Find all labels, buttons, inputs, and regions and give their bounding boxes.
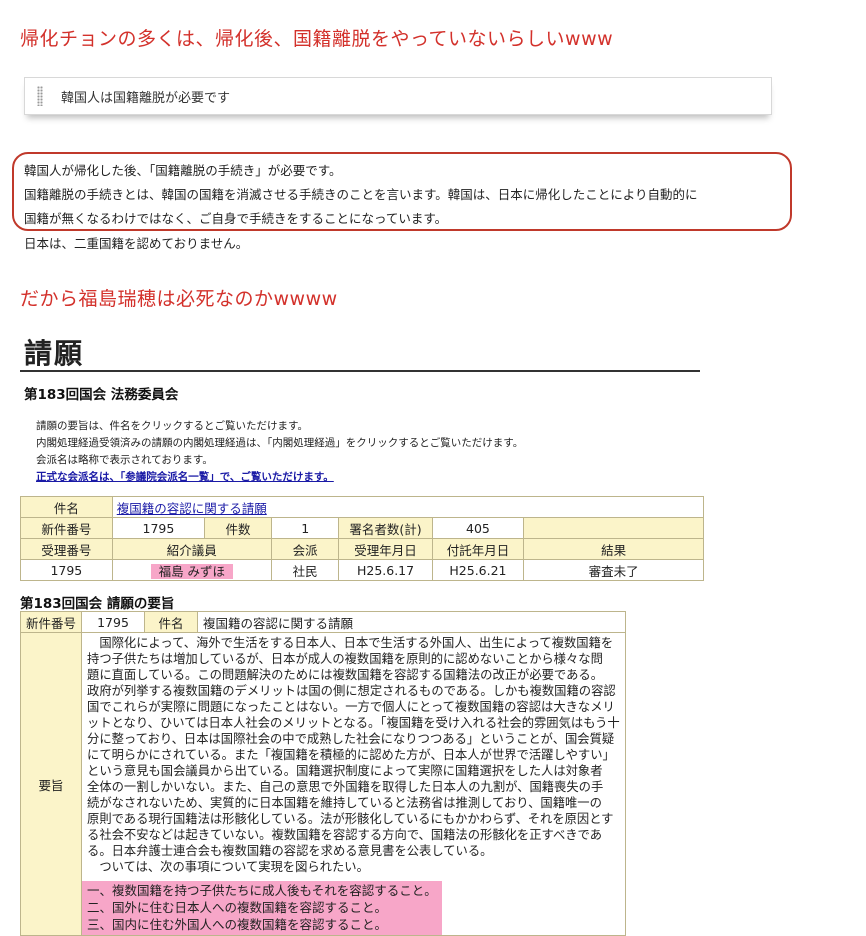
gist-line: 原則である現行国籍法は形骸化している。法が形骸化しているにもかかわらず、それを原… <box>87 812 614 826</box>
request-item: 三、国内に住む外国人への複数国籍を容認すること。 <box>87 917 388 932</box>
table-header: 受理番号 <box>20 538 113 560</box>
note-line: 内閣処理経過受領済みの請願の内閣処理経過は、「内閣処理経過」をクリックするとご覧… <box>36 437 524 449</box>
table-header: 受理年月日 <box>338 538 433 560</box>
gist-line: 題に直面している。この問題解決のためには複数国籍を容認する国籍法の改正が必要であ… <box>87 668 603 682</box>
gist-line: という意見も国会議員から出ている。国籍選択制度によって実際に国籍選択をした人は対… <box>87 764 603 778</box>
table-cell: 福島 みずほ <box>111 559 272 581</box>
gist-table: 新件番号 1795 件名 複国籍の容認に関する請願 要旨 国際化によって、海外で… <box>19 611 626 936</box>
gist-line: る社会不安などは起きていない。複数国籍を容認する方向で、国籍法の形骸化を正すべき… <box>87 828 603 842</box>
paragraph-line: 国籍が無くなるわけではなく、ご自身で手続きをすることになっています。 <box>24 211 448 226</box>
gist-line: 分に整っており、日本は国際社会の中で成熟した社会になりつつある」ということが、国… <box>87 732 615 746</box>
table-cell: 審査未了 <box>523 559 704 581</box>
request-item: 二、国外に住む日本人への複数国籍を容認すること。 <box>87 900 388 915</box>
table-header: 件数 <box>204 517 272 539</box>
request-item: 一、複数国籍を持つ子供たちに成人後もそれを容認すること。 <box>87 883 437 898</box>
table-cell: H25.6.21 <box>431 559 525 581</box>
request-highlight: 一、複数国籍を持つ子供たちに成人後もそれを容認すること。 二、国外に住む日本人へ… <box>82 881 442 935</box>
table-cell: 1 <box>270 517 340 539</box>
petition-title: 請願 <box>24 337 85 370</box>
table-cell: 社民 <box>270 559 340 581</box>
table-cell: 1795 <box>81 611 146 633</box>
table-header: 署名者数(計) <box>338 517 433 539</box>
table-header: 要旨 <box>19 632 83 936</box>
gist-line: にて明らかにされている。また「複国籍を積極的に認めた方が、日本人が世界で活躍しや… <box>87 748 615 762</box>
divider <box>20 370 700 372</box>
table-header: 新件番号 <box>20 517 113 539</box>
table-header: 紹介議員 <box>111 538 272 560</box>
petition-screenshot: 請願 第183回国会 法務委員会 請願の要旨は、件名をクリックするとご覧いただけ… <box>19 330 705 936</box>
paragraph-line: 日本は、二重国籍を認めておりません。 <box>24 236 249 251</box>
gist-line: 全体の一割しかいない。また、自己の意思で外国籍を取得した日本人の九割が、国籍喪失… <box>87 780 604 794</box>
petition-subject-link[interactable]: 複国籍の容認に関する請願 <box>111 496 705 518</box>
session-title: 第183回国会 法務委員会 <box>24 387 179 403</box>
petition-table: 件名 複国籍の容認に関する請願 新件番号 1795 件数 1 署名者数(計) 4… <box>20 496 705 581</box>
paragraph-line: 韓国人が帰化した後、「国籍離脱の手続き」が必要です。 <box>24 163 342 178</box>
table-cell: 複国籍の容認に関する請願 <box>197 611 626 633</box>
table-cell: 1795 <box>111 517 206 539</box>
quote-text: 韓国人は国籍離脱が必要です <box>61 90 231 106</box>
heading-second: だから福島瑞穂は必死なのかwwww <box>20 288 338 310</box>
faction-list-link[interactable]: 正式な会派名は、「参議院会派名一覧」で、ご覧いただけます。 <box>36 469 334 484</box>
gist-line: 政府が列挙する複数国籍のデメリットは国の側に想定されるものである。しかも複数国籍… <box>87 684 616 698</box>
grip-icon <box>37 86 43 106</box>
gist-body: 国際化によって、海外で生活をする日本人、日本で生活する外国人、出生によって複数国… <box>81 632 626 936</box>
table-header: 新件番号 <box>19 611 83 633</box>
gist-title: 第183回国会 請願の要旨 <box>20 596 175 612</box>
note-line: 請願の要旨は、件名をクリックするとご覧いただけます。 <box>36 420 308 432</box>
introducer-name: 福島 みずほ <box>150 563 234 579</box>
table-cell: 1795 <box>20 559 113 581</box>
table-header: 付託年月日 <box>431 538 525 560</box>
table-header: 件名 <box>20 496 113 518</box>
gist-line: 持つ子供たちは増加しているが、日本が成人の複数国籍を原則的に認めないことから様々… <box>87 652 603 666</box>
table-cell: 405 <box>431 517 525 539</box>
note-line: 会派名は略称で表示されております。 <box>36 454 213 466</box>
table-header: 結果 <box>523 538 704 560</box>
paragraph-line: 国籍離脱の手続きとは、韓国の国籍を消滅させる手続きのことを言います。韓国は、日本… <box>24 187 698 202</box>
table-cell-empty <box>523 517 704 539</box>
gist-line: る。日本弁護士連合会も複数国籍の容認を求める意見書を公表している。 <box>87 844 493 858</box>
gist-line: 続がなされないため、実質的に日本国籍を維持していると法務省は推測しており、国籍唯… <box>87 796 602 810</box>
table-header: 件名 <box>144 611 199 633</box>
gist-line: 国でこれらが実際に問題になったことはない。一方で個人にとって複数国籍の容認は大き… <box>87 700 615 714</box>
table-cell: H25.6.17 <box>338 559 433 581</box>
gist-line: 国際化によって、海外で生活をする日本人、日本で生活する外国人、出生によって複数国… <box>87 636 614 650</box>
quote-box: 韓国人は国籍離脱が必要です <box>24 77 772 115</box>
gist-line: ットとなり、ひいては日本人社会のメリットとなる。「複国籍を受け入れる社会的雰囲気… <box>87 716 620 730</box>
table-header: 会派 <box>270 538 340 560</box>
gist-line: ついては、次の事項について実現を図られたい。 <box>87 860 369 874</box>
heading-first: 帰化チョンの多くは、帰化後、国籍離脱をやっていないらしいwww <box>20 28 614 50</box>
